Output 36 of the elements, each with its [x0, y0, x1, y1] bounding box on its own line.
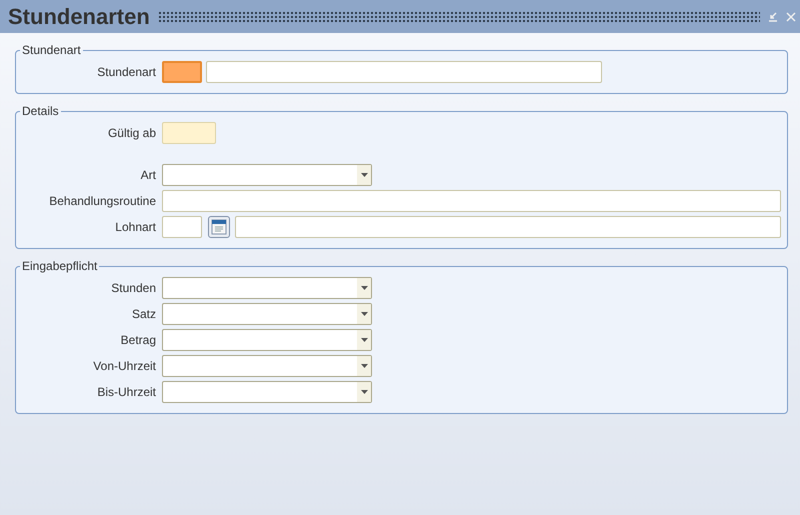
dropdown-field[interactable]	[162, 381, 372, 403]
dropdown-field[interactable]	[162, 164, 372, 186]
field-label: Stunden	[110, 280, 157, 297]
field-label: Betrag	[120, 332, 157, 349]
group-title: Stundenart	[21, 42, 82, 59]
caret-icon	[360, 364, 368, 368]
calendar-icon	[211, 219, 227, 235]
field-label: Bis-Uhrzeit	[96, 384, 157, 401]
group-title: Eingabepflicht	[21, 258, 98, 275]
code-field[interactable]	[162, 61, 202, 83]
field-label: Behandlungsroutine	[48, 193, 157, 210]
field-label: Stundenart	[96, 64, 157, 81]
minimize-icon[interactable]	[768, 12, 778, 22]
window-title: Stundenarten	[8, 6, 150, 28]
lookup-button[interactable]	[208, 216, 230, 238]
dropdown-field[interactable]	[162, 303, 372, 325]
date-field[interactable]	[162, 122, 216, 144]
field-label: Satz	[130, 306, 157, 323]
caret-icon	[360, 312, 368, 316]
caret-icon	[360, 286, 368, 290]
text-field[interactable]	[235, 216, 781, 238]
dropdown-field[interactable]	[162, 277, 372, 299]
dropdown-field[interactable]	[162, 329, 372, 351]
code-field[interactable]	[162, 216, 202, 238]
close-icon[interactable]	[786, 12, 796, 22]
field-label: Art	[140, 167, 157, 184]
caret-icon	[360, 390, 368, 394]
dropdown-field[interactable]	[162, 355, 372, 377]
field-label: Lohnart	[114, 219, 157, 236]
field-label: Gültig ab	[106, 125, 157, 142]
name-field[interactable]	[206, 61, 602, 83]
field-label: Von-Uhrzeit	[92, 358, 157, 375]
text-field[interactable]	[162, 190, 781, 212]
group-title: Details	[21, 103, 60, 120]
caret-icon	[360, 338, 368, 342]
caret-icon	[360, 173, 368, 177]
